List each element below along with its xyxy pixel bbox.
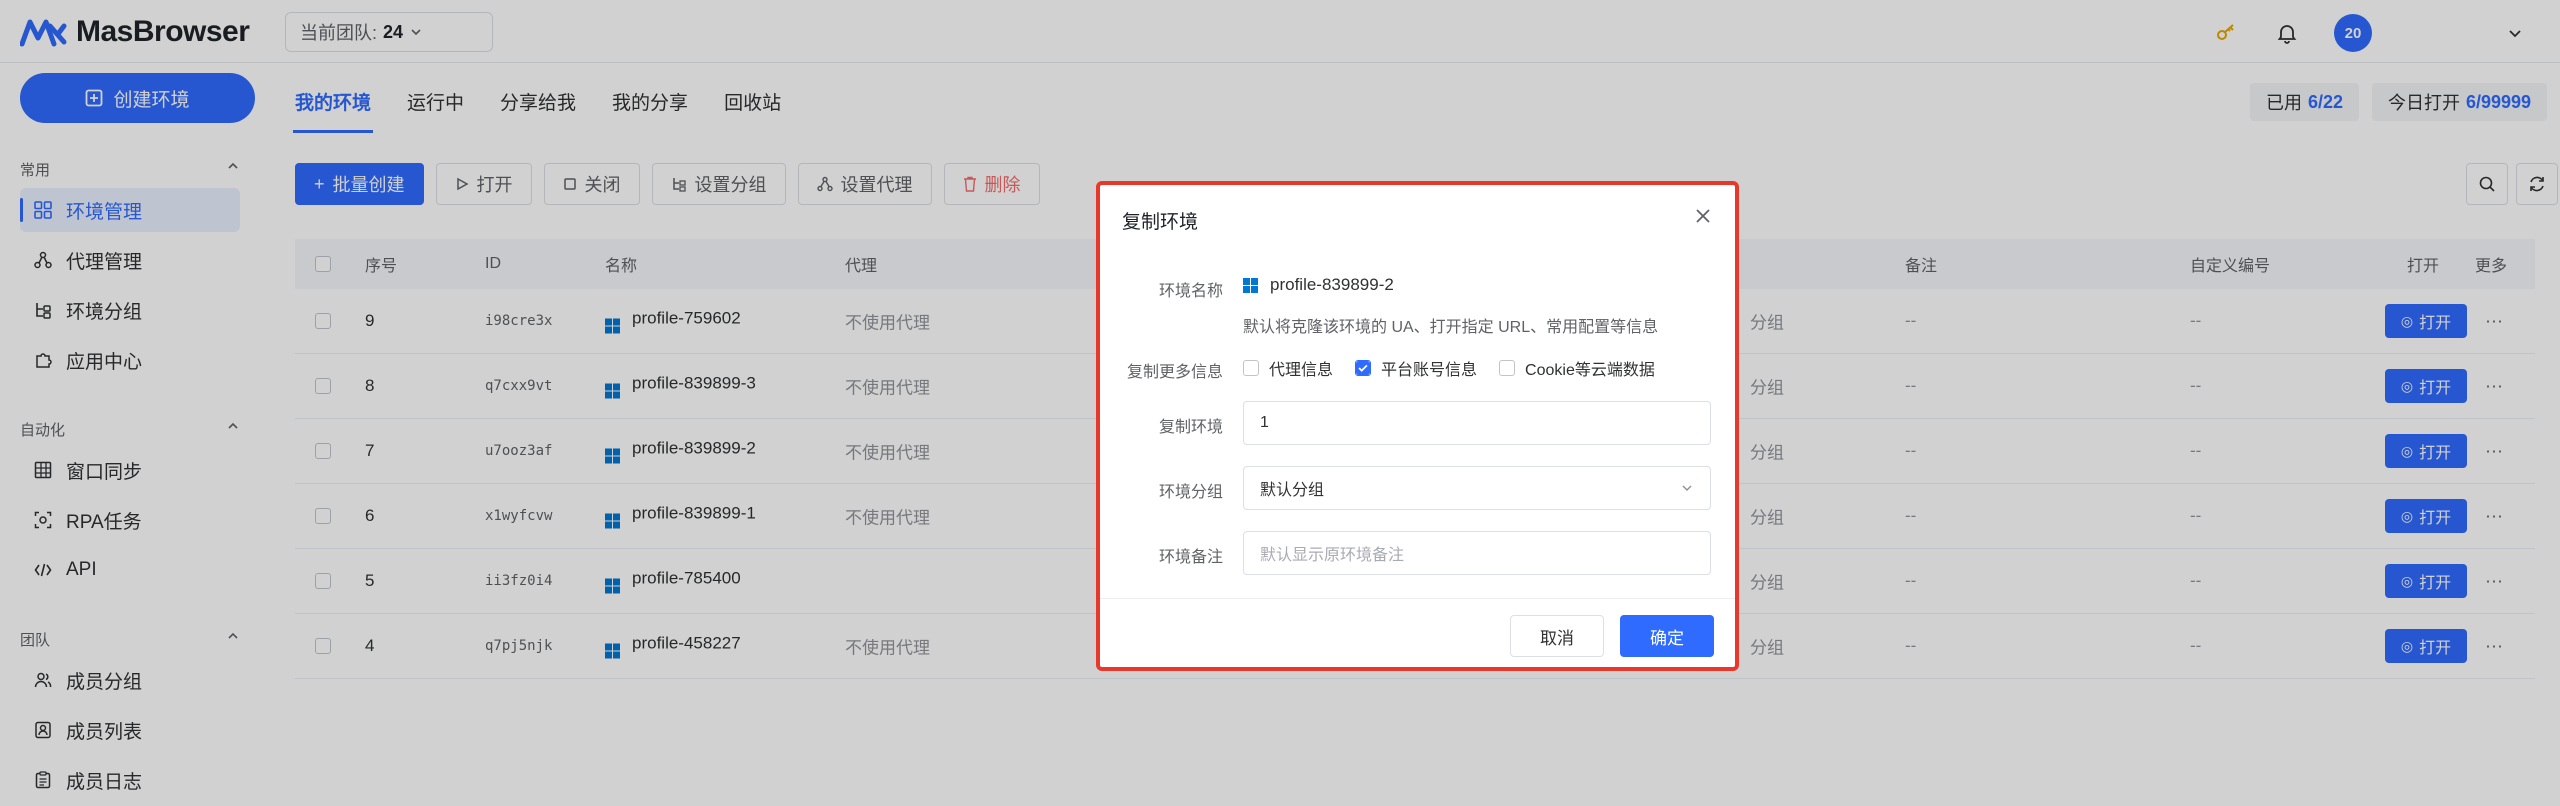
dialog-divider xyxy=(1098,598,1738,599)
clone-hint: 默认将克隆该环境的 UA、打开指定 URL、常用配置等信息 xyxy=(1243,319,1659,336)
option-platform-account-info[interactable]: 平台账号信息 xyxy=(1355,356,1477,380)
more-info-label: 复制更多信息 xyxy=(1126,364,1223,381)
group-select[interactable]: 默认分组 xyxy=(1243,466,1711,510)
option-cookie-data[interactable]: Cookie等云端数据 xyxy=(1499,356,1655,380)
option-proxy-info[interactable]: 代理信息 xyxy=(1243,356,1333,380)
name-label: 环境名称 xyxy=(1158,283,1223,300)
dialog-title: 复制环境 xyxy=(1122,212,1199,233)
remark-input[interactable]: 默认显示原环境备注 xyxy=(1243,531,1711,575)
confirm-button[interactable]: 确定 xyxy=(1620,615,1714,657)
cancel-button[interactable]: 取消 xyxy=(1510,615,1604,657)
checkbox[interactable] xyxy=(1243,360,1259,376)
chevron-down-icon xyxy=(1682,485,1692,492)
more-info-options: 代理信息 平台账号信息 Cookie等云端数据 xyxy=(1243,356,1655,380)
copy-environment-dialog: 复制环境 环境名称 profile-839899-2 默认将克隆该环境的 UA、… xyxy=(1098,183,1738,669)
copy-count-label: 复制环境 xyxy=(1158,419,1223,436)
check-icon xyxy=(1356,361,1371,375)
checkbox[interactable] xyxy=(1499,360,1516,376)
option-label: Cookie等云端数据 xyxy=(1525,362,1655,379)
name-value: profile-839899-2 xyxy=(1243,275,1394,295)
name-value-text: profile-839899-2 xyxy=(1270,275,1394,294)
checkbox-checked[interactable] xyxy=(1355,360,1372,376)
group-select-value: 默认分组 xyxy=(1260,482,1325,499)
close-icon[interactable] xyxy=(1688,201,1718,231)
remark-label: 环境备注 xyxy=(1158,549,1223,566)
group-label: 环境分组 xyxy=(1158,484,1223,501)
copy-count-input[interactable]: 1 xyxy=(1243,401,1711,445)
option-label: 平台账号信息 xyxy=(1381,362,1478,379)
option-label: 代理信息 xyxy=(1269,362,1334,379)
windows-icon xyxy=(1243,277,1258,293)
